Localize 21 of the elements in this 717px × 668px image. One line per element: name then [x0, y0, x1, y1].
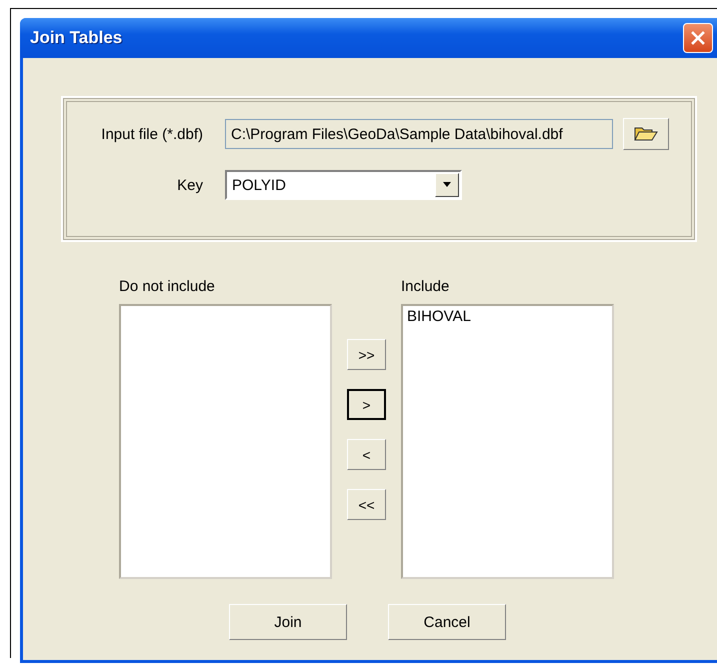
list-label: Do not include [119, 278, 216, 297]
folder-icon [634, 125, 658, 143]
browse-button[interactable] [623, 118, 669, 150]
input-file-field[interactable]: C:\Program Files\GeoDa\Sample Data\bihoval.dbf [225, 119, 613, 149]
list-label: Include [401, 278, 450, 297]
include-list[interactable]: BIHOVAL [401, 304, 614, 579]
move-button[interactable]: < [347, 439, 386, 470]
key-dropdown[interactable]: POLYID [225, 170, 462, 200]
close-button[interactable] [683, 23, 713, 53]
move-button[interactable]: > [347, 389, 386, 420]
move-button[interactable]: >> [347, 339, 386, 370]
join-button[interactable]: Join [229, 604, 347, 640]
caret-icon [442, 182, 452, 188]
cancel-button[interactable]: Cancel [388, 604, 506, 640]
dropdown-button[interactable] [435, 173, 459, 197]
list-item[interactable]: BIHOVAL [407, 307, 608, 327]
field-label: Input file (*.dbf) [100, 126, 203, 142]
close-icon [690, 30, 706, 46]
move-button[interactable]: << [347, 489, 386, 520]
field-label: Key [176, 176, 203, 194]
window-title: Join Tables [30, 28, 122, 48]
